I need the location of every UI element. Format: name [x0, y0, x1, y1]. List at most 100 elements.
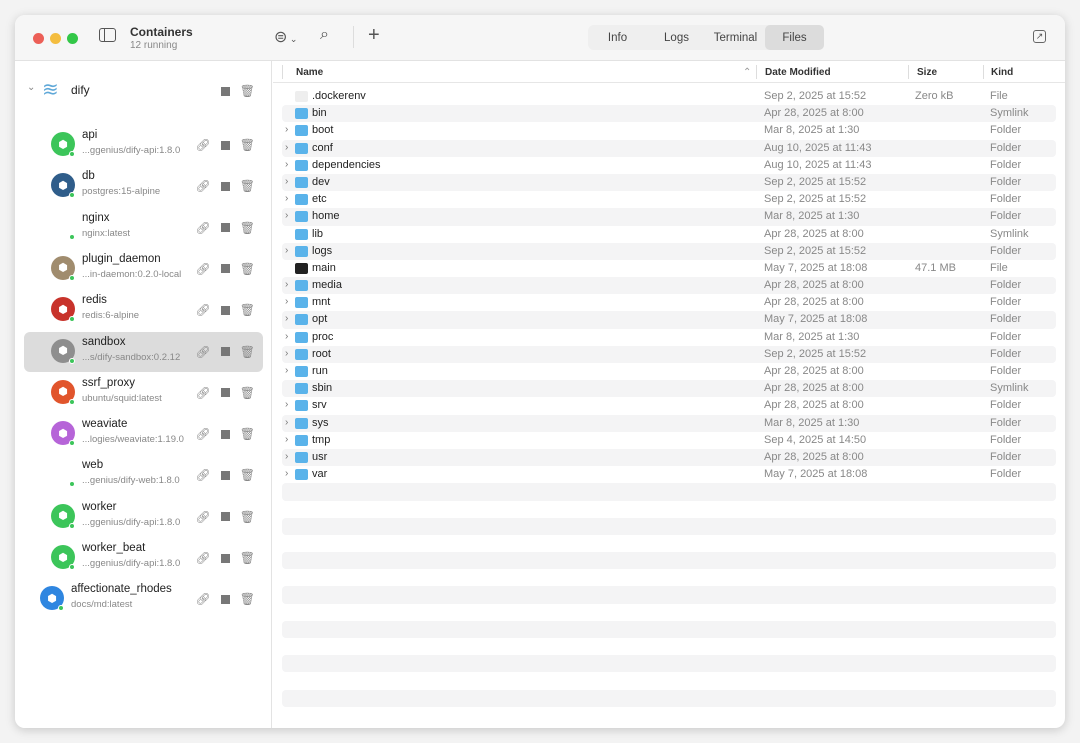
group-dify[interactable]: ⌄ ≋ dify 🗑 — [15, 79, 272, 101]
container-item-db[interactable]: ⬢ db postgres:15-alpine 🔗︎ 🗑︎ — [24, 166, 263, 206]
link-icon[interactable]: 🔗︎ — [196, 221, 211, 235]
file-row[interactable]: lib Apr 28, 2025 at 8:00 Symlink — [282, 226, 1056, 243]
container-item-web[interactable]: ⬢ web ...genius/dify-web:1.8.0 🔗︎ 🗑︎ — [24, 455, 263, 495]
stop-icon[interactable] — [220, 594, 230, 604]
file-row[interactable]: › tmp Sep 4, 2025 at 14:50 Folder — [282, 432, 1056, 449]
trash-icon[interactable]: 🗑︎ — [240, 221, 255, 235]
tab-terminal[interactable]: Terminal — [706, 25, 765, 50]
trash-icon[interactable]: 🗑︎ — [240, 179, 255, 193]
link-icon[interactable]: 🔗︎ — [196, 179, 211, 193]
file-row[interactable]: › mnt Apr 28, 2025 at 8:00 Folder — [282, 294, 1056, 311]
stop-icon[interactable] — [220, 388, 230, 398]
file-row[interactable]: › sys Mar 8, 2025 at 1:30 Folder — [282, 414, 1056, 432]
open-external-icon[interactable]: ↗ — [1033, 30, 1046, 43]
stop-icon[interactable] — [220, 470, 230, 480]
file-row[interactable]: › home Mar 8, 2025 at 1:30 Folder — [282, 208, 1056, 226]
link-icon[interactable]: 🔗︎ — [196, 510, 211, 524]
close-button[interactable] — [33, 33, 44, 44]
column-date-modified[interactable]: Date Modified — [765, 67, 831, 78]
container-item-redis[interactable]: ⬢ redis redis:6-alpine 🔗︎ 🗑︎ — [24, 290, 263, 330]
link-icon[interactable]: 🔗︎ — [196, 468, 211, 482]
stop-icon[interactable] — [220, 223, 230, 233]
link-icon[interactable]: 🔗︎ — [196, 262, 211, 276]
file-row[interactable]: main May 7, 2025 at 18:08 47.1 MB File — [282, 260, 1056, 277]
minimize-button[interactable] — [50, 33, 61, 44]
expand-chevron-icon[interactable]: › — [285, 331, 288, 342]
search-icon[interactable]: ⌕ — [320, 26, 329, 44]
file-row[interactable]: › usr Apr 28, 2025 at 8:00 Folder — [282, 448, 1056, 467]
expand-chevron-icon[interactable]: › — [285, 451, 288, 462]
file-row[interactable]: › opt May 7, 2025 at 18:08 Folder — [282, 311, 1056, 329]
container-item-api[interactable]: ⬢ api ...ggenius/dify-api:1.8.0 🔗︎ 🗑︎ — [24, 125, 263, 165]
trash-icon[interactable]: 🗑︎ — [240, 345, 255, 359]
trash-icon[interactable]: 🗑︎ — [240, 468, 255, 482]
expand-chevron-icon[interactable]: › — [285, 176, 288, 187]
stop-icon[interactable] — [220, 429, 230, 439]
trash-icon[interactable]: 🗑︎ — [240, 386, 255, 400]
file-row[interactable]: .dockerenv Sep 2, 2025 at 15:52 Zero kB … — [282, 88, 1056, 105]
column-kind[interactable]: Kind — [991, 67, 1013, 78]
file-row[interactable]: › etc Sep 2, 2025 at 15:52 Folder — [282, 191, 1056, 208]
file-row[interactable]: › dev Sep 2, 2025 at 15:52 Folder — [282, 173, 1056, 192]
file-row[interactable]: › dependencies Aug 10, 2025 at 11:43 Fol… — [282, 157, 1056, 174]
file-row[interactable]: › run Apr 28, 2025 at 8:00 Folder — [282, 363, 1056, 380]
stop-icon[interactable] — [220, 86, 230, 96]
trash-icon[interactable]: 🗑 — [240, 84, 255, 98]
expand-chevron-icon[interactable]: › — [285, 210, 288, 221]
column-name[interactable]: Name — [296, 67, 323, 78]
link-icon[interactable]: 🔗︎ — [196, 592, 211, 606]
expand-chevron-icon[interactable]: › — [285, 365, 288, 376]
column-size[interactable]: Size — [917, 67, 937, 78]
sort-ascending-icon[interactable]: ⌃ — [743, 67, 751, 78]
container-item-worker-beat[interactable]: ⬢ worker_beat ...ggenius/dify-api:1.8.0 … — [24, 538, 263, 578]
file-row[interactable]: bin Apr 28, 2025 at 8:00 Symlink — [282, 105, 1056, 123]
expand-chevron-icon[interactable]: › — [285, 159, 288, 170]
container-item-weaviate[interactable]: ⬢ weaviate ...logies/weaviate:1.19.0 🔗︎ 🗑… — [24, 414, 263, 454]
container-item-ssrf-proxy[interactable]: ⬢ ssrf_proxy ubuntu/squid:latest 🔗︎ 🗑︎ — [24, 373, 263, 413]
expand-chevron-icon[interactable]: › — [285, 296, 288, 307]
expand-chevron-icon[interactable]: › — [285, 124, 288, 135]
expand-chevron-icon[interactable]: › — [285, 193, 288, 204]
container-item-plugin-daemon[interactable]: ⬢ plugin_daemon ...in-daemon:0.2.0-local… — [24, 249, 263, 289]
sidebar-toggle-icon[interactable] — [99, 28, 116, 42]
trash-icon[interactable]: 🗑︎ — [240, 303, 255, 317]
file-row[interactable]: › conf Aug 10, 2025 at 11:43 Folder — [282, 139, 1056, 157]
file-row[interactable]: sbin Apr 28, 2025 at 8:00 Symlink — [282, 380, 1056, 398]
stop-icon[interactable] — [220, 305, 230, 315]
add-icon[interactable]: + — [368, 24, 380, 47]
stop-icon[interactable] — [220, 264, 230, 274]
trash-icon[interactable]: 🗑︎ — [240, 592, 255, 606]
trash-icon[interactable]: 🗑︎ — [240, 510, 255, 524]
stop-icon[interactable] — [220, 553, 230, 563]
expand-chevron-icon[interactable]: › — [285, 348, 288, 359]
link-icon[interactable]: 🔗︎ — [196, 303, 211, 317]
expand-chevron-icon[interactable]: › — [285, 313, 288, 324]
file-row[interactable]: › boot Mar 8, 2025 at 1:30 Folder — [282, 122, 1056, 139]
link-icon[interactable]: 🔗︎ — [196, 427, 211, 441]
expand-chevron-icon[interactable]: › — [285, 245, 288, 256]
expand-chevron-icon[interactable]: › — [285, 468, 288, 479]
tab-logs[interactable]: Logs — [647, 25, 706, 50]
trash-icon[interactable]: 🗑︎ — [240, 138, 255, 152]
zoom-button[interactable] — [67, 33, 78, 44]
expand-chevron-icon[interactable]: › — [285, 434, 288, 445]
link-icon[interactable]: 🔗︎ — [196, 386, 211, 400]
stop-icon[interactable] — [220, 347, 230, 356]
trash-icon[interactable]: 🗑︎ — [240, 551, 255, 565]
file-row[interactable]: › logs Sep 2, 2025 at 15:52 Folder — [282, 242, 1056, 260]
container-item-affectionate-rhodes[interactable]: ⬢ affectionate_rhodes docs/md:latest 🔗︎ 🗑… — [24, 579, 263, 619]
file-row[interactable]: › proc Mar 8, 2025 at 1:30 Folder — [282, 329, 1056, 346]
trash-icon[interactable]: 🗑︎ — [240, 427, 255, 441]
link-icon[interactable]: 🔗︎ — [196, 345, 211, 359]
filter-menu-icon[interactable]: ⊜ ⌄ — [274, 27, 297, 47]
file-row[interactable]: › media Apr 28, 2025 at 8:00 Folder — [282, 277, 1056, 295]
stop-icon[interactable] — [220, 512, 230, 522]
expand-chevron-icon[interactable]: › — [285, 417, 288, 428]
container-item-sandbox[interactable]: ⬢ sandbox ...s/dify-sandbox:0.2.12 🔗︎ 🗑︎ — [24, 331, 263, 372]
tab-info[interactable]: Info — [588, 25, 647, 50]
link-icon[interactable]: 🔗︎ — [196, 138, 211, 152]
file-row[interactable]: › var May 7, 2025 at 18:08 Folder — [282, 466, 1056, 483]
file-row[interactable]: › root Sep 2, 2025 at 15:52 Folder — [282, 345, 1056, 363]
tab-files[interactable]: Files — [765, 25, 824, 50]
container-item-worker[interactable]: ⬢ worker ...ggenius/dify-api:1.8.0 🔗︎ 🗑︎ — [24, 497, 263, 537]
